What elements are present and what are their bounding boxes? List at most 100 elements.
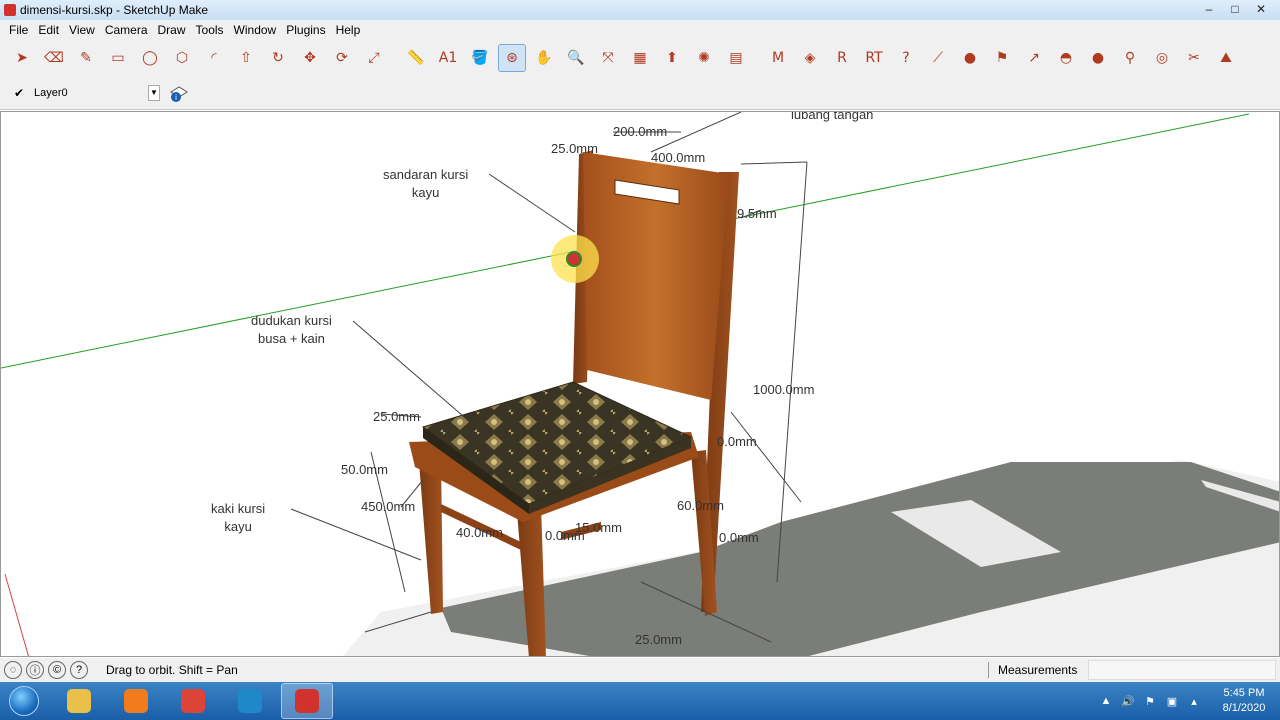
plugin-ruler-icon: ⟋	[933, 50, 943, 66]
plugin-flag-tool-button[interactable]: ⚑	[988, 44, 1016, 72]
note-legs: kaki kursi kayu	[211, 501, 266, 534]
taskbar-app-media-player[interactable]	[110, 683, 162, 719]
current-layer-check-icon: ✔	[14, 85, 25, 100]
plugin-globe-tool-button[interactable]: ◎	[1148, 44, 1176, 72]
plugin-ball-icon: ●	[1091, 50, 1105, 66]
start-button[interactable]	[0, 682, 48, 720]
select-icon: ➤	[16, 50, 28, 66]
plugin-dome-tool-button[interactable]: ◓	[1052, 44, 1080, 72]
taskbar-app-chrome[interactable]	[167, 683, 219, 719]
clock-time: 5:45 PM	[1223, 687, 1265, 699]
rectangle-tool-button[interactable]: ▭	[104, 44, 132, 72]
orbit-tool-button[interactable]: ⊛	[498, 44, 526, 72]
minimize-button[interactable]: –	[1196, 0, 1222, 18]
extension-warehouse-tool-button[interactable]: ✺	[690, 44, 718, 72]
geo-location-icon[interactable]: ◌	[4, 661, 22, 679]
network-icon[interactable]: ▣	[1164, 693, 1180, 709]
main-toolbar: ➤ ⌫ ✎ ▭ ◯ ⬡ ◜ ⇧ ↻ ✥ ⟳ ⤢ 📏 A1 🪣 ⊛ ✋ 🔍 ⤧ ▦ ⬆ ✺ ▤ M ◈ R RT? ⟋ ● ⚑ ↗ ◓ ● ⚲ ◎ ✂ ⛰	[0, 40, 1280, 76]
text-tool-button[interactable]: A1	[434, 44, 462, 72]
dimension-label: 0.0mm	[719, 530, 759, 545]
volume-icon[interactable]: 🔊	[1120, 693, 1136, 709]
menu-draw[interactable]: Draw	[153, 23, 191, 37]
tape-measure-tool-button[interactable]: 📏	[402, 44, 430, 72]
plugin-scissors-tool-button[interactable]: ✂	[1180, 44, 1208, 72]
share-model-tool-button[interactable]: ⬆	[658, 44, 686, 72]
windows-logo-icon	[9, 686, 39, 716]
tape-measure-icon: 📏	[407, 50, 425, 66]
dimension-label: 0.0mm	[717, 434, 757, 449]
plugin-sphere-tool-button[interactable]: ●	[956, 44, 984, 72]
dimension-label: 60.0mm	[677, 498, 724, 513]
zoom-tool-button[interactable]: 🔍	[562, 44, 590, 72]
show-hidden-icons-icon[interactable]: ▲	[1098, 693, 1114, 709]
note-handle: lubang tangan	[791, 111, 874, 122]
sketchup-icon	[295, 689, 319, 713]
media-player-icon	[124, 689, 148, 713]
pencil-tool-button[interactable]: ✎	[72, 44, 100, 72]
taskbar-app-explorer[interactable]	[53, 683, 105, 719]
scale-tool-button[interactable]: ⤢	[360, 44, 388, 72]
arc-tool-button[interactable]: ◜	[200, 44, 228, 72]
flag-icon[interactable]: ⚑	[1142, 693, 1158, 709]
plugin-m-tool-button[interactable]: M	[764, 44, 792, 72]
plugin-r-tool-button[interactable]: R	[828, 44, 856, 72]
plugin-pin-tool-button[interactable]: ⚲	[1116, 44, 1144, 72]
plugin-arrow-tool-button[interactable]: ↗	[1020, 44, 1048, 72]
signal-icon[interactable]: ▴	[1186, 693, 1202, 709]
close-button[interactable]: ✕	[1248, 0, 1274, 18]
dimension-label: 450.0mm	[361, 499, 416, 514]
maximize-button[interactable]: □	[1222, 0, 1248, 18]
layout-icon: ▤	[729, 50, 743, 66]
layer-manager-icon[interactable]: i	[168, 82, 190, 104]
plugin-flag-icon: ⚑	[995, 50, 1009, 66]
paint-bucket-tool-button[interactable]: 🪣	[466, 44, 494, 72]
help-tool-button[interactable]: ?	[892, 44, 920, 72]
clock-date: 8/1/2020	[1222, 702, 1266, 714]
pan-tool-button[interactable]: ✋	[530, 44, 558, 72]
plugin-tag-tool-button[interactable]: ◈	[796, 44, 824, 72]
menu-edit[interactable]: Edit	[33, 23, 64, 37]
menu-file[interactable]: File	[4, 23, 33, 37]
menu-camera[interactable]: Camera	[100, 23, 153, 37]
layout-tool-button[interactable]: ▤	[722, 44, 750, 72]
layer-select[interactable]: Layer0 ▼	[34, 82, 160, 103]
zoom-extents-tool-button[interactable]: ⤧	[594, 44, 622, 72]
menu-tools[interactable]: Tools	[191, 23, 229, 37]
user-icon[interactable]: ©	[48, 661, 66, 679]
model-viewport[interactable]: 200.0mm 25.0mm 400.0mm 9.5mm 1000.0mm 25…	[0, 111, 1280, 657]
measurements-divider	[988, 662, 989, 678]
push-pull-tool-button[interactable]: ⇧	[232, 44, 260, 72]
plugin-landscape-tool-button[interactable]: ⛰	[1212, 44, 1240, 72]
circle-tool-button[interactable]: ◯	[136, 44, 164, 72]
credits-icon[interactable]: ⓘ	[26, 661, 44, 679]
select-tool-button[interactable]: ➤	[8, 44, 36, 72]
follow-me-tool-button[interactable]: ↻	[264, 44, 292, 72]
sketchup-app-icon	[4, 4, 16, 16]
measurements-input[interactable]	[1088, 660, 1276, 680]
taskbar-app-edge[interactable]	[224, 683, 276, 719]
menu-window[interactable]: Window	[229, 23, 282, 37]
rotate-tool-button[interactable]: ⟳	[328, 44, 356, 72]
menu-plugins[interactable]: Plugins	[281, 23, 330, 37]
menu-view[interactable]: View	[64, 23, 100, 37]
warehouse-tool-button[interactable]: ▦	[626, 44, 654, 72]
eraser-tool-button[interactable]: ⌫	[40, 44, 68, 72]
status-bar: ◌ ⓘ © ? Drag to orbit. Shift = Pan Measu…	[0, 658, 1280, 682]
toolbar-separator	[754, 44, 764, 72]
chevron-down-icon[interactable]: ▼	[148, 84, 160, 101]
svg-text:i: i	[175, 93, 177, 102]
taskbar-clock[interactable]: 5:45 PM 8/1/2020	[1214, 686, 1274, 716]
polygon-tool-button[interactable]: ⬡	[168, 44, 196, 72]
arc-icon: ◜	[211, 50, 217, 66]
layer-select-value: Layer0	[34, 86, 68, 99]
rectangle-icon: ▭	[111, 50, 125, 66]
plugin-rt-tool-button[interactable]: RT	[860, 44, 888, 72]
help-icon: ?	[902, 50, 910, 66]
status-hint: Drag to orbit. Shift = Pan	[106, 663, 238, 677]
instructor-help-icon[interactable]: ?	[70, 661, 88, 679]
plugin-ruler-tool-button[interactable]: ⟋	[924, 44, 952, 72]
plugin-ball-tool-button[interactable]: ●	[1084, 44, 1112, 72]
taskbar-app-sketchup[interactable]	[281, 683, 333, 719]
move-tool-button[interactable]: ✥	[296, 44, 324, 72]
menu-help[interactable]: Help	[331, 23, 366, 37]
